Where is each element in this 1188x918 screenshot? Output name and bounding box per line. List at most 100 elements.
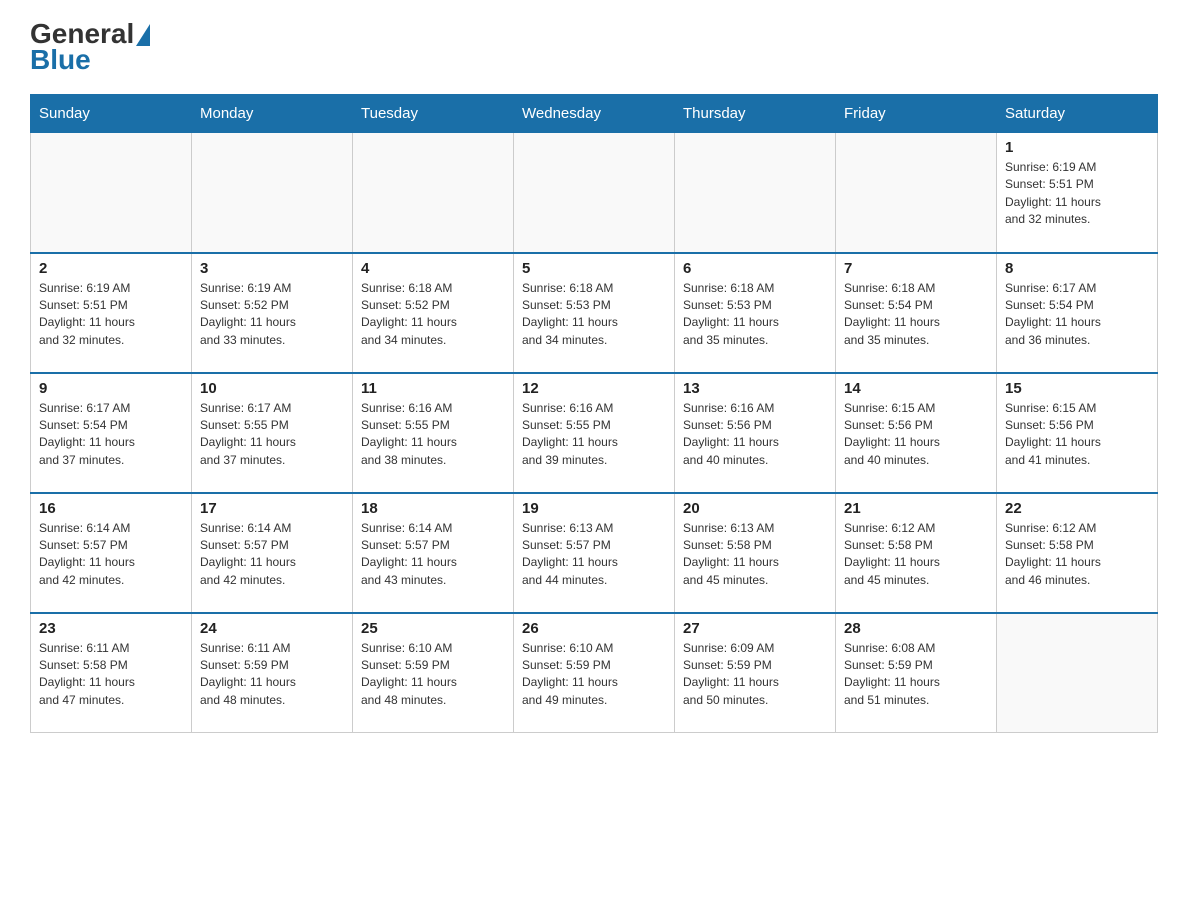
calendar-cell: 5 Sunrise: 6:18 AM Sunset: 5:53 PM Daylig… [514, 253, 675, 373]
column-header-monday: Monday [192, 95, 353, 133]
calendar-cell: 16 Sunrise: 6:14 AM Sunset: 5:57 PM Dayli… [31, 493, 192, 613]
day-info: Sunrise: 6:12 AM Sunset: 5:58 PM Dayligh… [1005, 520, 1149, 590]
day-number: 17 [200, 500, 344, 517]
calendar-cell: 24 Sunrise: 6:11 AM Sunset: 5:59 PM Dayli… [192, 613, 353, 733]
day-info: Sunrise: 6:14 AM Sunset: 5:57 PM Dayligh… [200, 520, 344, 590]
day-number: 1 [1005, 139, 1149, 156]
logo-triangle-icon [136, 24, 150, 46]
day-number: 5 [522, 260, 666, 277]
day-info: Sunrise: 6:18 AM Sunset: 5:52 PM Dayligh… [361, 280, 505, 350]
calendar-cell: 26 Sunrise: 6:10 AM Sunset: 5:59 PM Dayli… [514, 613, 675, 733]
calendar-table: SundayMondayTuesdayWednesdayThursdayFrid… [30, 94, 1158, 733]
day-number: 24 [200, 620, 344, 637]
day-number: 12 [522, 380, 666, 397]
logo: General Blue [30, 20, 150, 74]
calendar-cell: 14 Sunrise: 6:15 AM Sunset: 5:56 PM Dayli… [836, 373, 997, 493]
day-number: 2 [39, 260, 183, 277]
day-info: Sunrise: 6:16 AM Sunset: 5:55 PM Dayligh… [361, 400, 505, 470]
day-number: 21 [844, 500, 988, 517]
day-number: 25 [361, 620, 505, 637]
day-info: Sunrise: 6:18 AM Sunset: 5:54 PM Dayligh… [844, 280, 988, 350]
day-info: Sunrise: 6:13 AM Sunset: 5:58 PM Dayligh… [683, 520, 827, 590]
calendar-cell [31, 133, 192, 253]
calendar-cell: 23 Sunrise: 6:11 AM Sunset: 5:58 PM Dayli… [31, 613, 192, 733]
column-header-saturday: Saturday [997, 95, 1158, 133]
day-info: Sunrise: 6:08 AM Sunset: 5:59 PM Dayligh… [844, 640, 988, 710]
calendar-cell [675, 133, 836, 253]
calendar-cell [192, 133, 353, 253]
calendar-week-row: 2 Sunrise: 6:19 AM Sunset: 5:51 PM Daylig… [31, 253, 1158, 373]
calendar-cell: 21 Sunrise: 6:12 AM Sunset: 5:58 PM Dayli… [836, 493, 997, 613]
calendar-cell: 12 Sunrise: 6:16 AM Sunset: 5:55 PM Dayli… [514, 373, 675, 493]
day-info: Sunrise: 6:11 AM Sunset: 5:59 PM Dayligh… [200, 640, 344, 710]
calendar-cell: 3 Sunrise: 6:19 AM Sunset: 5:52 PM Daylig… [192, 253, 353, 373]
day-info: Sunrise: 6:14 AM Sunset: 5:57 PM Dayligh… [361, 520, 505, 590]
logo-blue-text: Blue [30, 46, 91, 74]
day-number: 4 [361, 260, 505, 277]
day-number: 3 [200, 260, 344, 277]
day-number: 28 [844, 620, 988, 637]
day-info: Sunrise: 6:18 AM Sunset: 5:53 PM Dayligh… [683, 280, 827, 350]
calendar-cell: 17 Sunrise: 6:14 AM Sunset: 5:57 PM Dayli… [192, 493, 353, 613]
day-info: Sunrise: 6:12 AM Sunset: 5:58 PM Dayligh… [844, 520, 988, 590]
column-header-friday: Friday [836, 95, 997, 133]
calendar-cell: 28 Sunrise: 6:08 AM Sunset: 5:59 PM Dayli… [836, 613, 997, 733]
day-number: 26 [522, 620, 666, 637]
calendar-cell: 18 Sunrise: 6:14 AM Sunset: 5:57 PM Dayli… [353, 493, 514, 613]
calendar-cell: 27 Sunrise: 6:09 AM Sunset: 5:59 PM Dayli… [675, 613, 836, 733]
calendar-cell: 13 Sunrise: 6:16 AM Sunset: 5:56 PM Dayli… [675, 373, 836, 493]
day-number: 11 [361, 380, 505, 397]
day-number: 14 [844, 380, 988, 397]
calendar-cell: 8Sunrise: 6:17 AM Sunset: 5:54 PM Daylig… [997, 253, 1158, 373]
day-info: Sunrise: 6:19 AM Sunset: 5:51 PM Dayligh… [1005, 159, 1149, 229]
calendar-cell: 2 Sunrise: 6:19 AM Sunset: 5:51 PM Daylig… [31, 253, 192, 373]
day-number: 22 [1005, 500, 1149, 517]
day-number: 9 [39, 380, 183, 397]
column-header-tuesday: Tuesday [353, 95, 514, 133]
calendar-cell: 6Sunrise: 6:18 AM Sunset: 5:53 PM Daylig… [675, 253, 836, 373]
day-number: 27 [683, 620, 827, 637]
calendar-cell [836, 133, 997, 253]
day-info: Sunrise: 6:14 AM Sunset: 5:57 PM Dayligh… [39, 520, 183, 590]
calendar-cell: 9Sunrise: 6:17 AM Sunset: 5:54 PM Daylig… [31, 373, 192, 493]
day-info: Sunrise: 6:11 AM Sunset: 5:58 PM Dayligh… [39, 640, 183, 710]
column-header-sunday: Sunday [31, 95, 192, 133]
day-info: Sunrise: 6:19 AM Sunset: 5:51 PM Dayligh… [39, 280, 183, 350]
day-number: 19 [522, 500, 666, 517]
day-number: 23 [39, 620, 183, 637]
day-number: 20 [683, 500, 827, 517]
day-info: Sunrise: 6:19 AM Sunset: 5:52 PM Dayligh… [200, 280, 344, 350]
calendar-cell: 15 Sunrise: 6:15 AM Sunset: 5:56 PM Dayli… [997, 373, 1158, 493]
calendar-cell: 25 Sunrise: 6:10 AM Sunset: 5:59 PM Dayli… [353, 613, 514, 733]
day-info: Sunrise: 6:10 AM Sunset: 5:59 PM Dayligh… [361, 640, 505, 710]
calendar-cell: 1 Sunrise: 6:19 AM Sunset: 5:51 PM Daylig… [997, 133, 1158, 253]
column-header-thursday: Thursday [675, 95, 836, 133]
calendar-cell [353, 133, 514, 253]
day-number: 18 [361, 500, 505, 517]
calendar-cell: 20 Sunrise: 6:13 AM Sunset: 5:58 PM Dayli… [675, 493, 836, 613]
calendar-header-row: SundayMondayTuesdayWednesdayThursdayFrid… [31, 95, 1158, 133]
calendar-cell: 4 Sunrise: 6:18 AM Sunset: 5:52 PM Daylig… [353, 253, 514, 373]
calendar-cell: 7Sunrise: 6:18 AM Sunset: 5:54 PM Daylig… [836, 253, 997, 373]
calendar-week-row: 1 Sunrise: 6:19 AM Sunset: 5:51 PM Daylig… [31, 133, 1158, 253]
day-info: Sunrise: 6:17 AM Sunset: 5:55 PM Dayligh… [200, 400, 344, 470]
calendar-cell: 11 Sunrise: 6:16 AM Sunset: 5:55 PM Dayli… [353, 373, 514, 493]
day-info: Sunrise: 6:17 AM Sunset: 5:54 PM Dayligh… [1005, 280, 1149, 350]
calendar-cell: 10 Sunrise: 6:17 AM Sunset: 5:55 PM Dayli… [192, 373, 353, 493]
day-info: Sunrise: 6:15 AM Sunset: 5:56 PM Dayligh… [844, 400, 988, 470]
day-info: Sunrise: 6:18 AM Sunset: 5:53 PM Dayligh… [522, 280, 666, 350]
calendar-week-row: 16 Sunrise: 6:14 AM Sunset: 5:57 PM Dayli… [31, 493, 1158, 613]
day-info: Sunrise: 6:09 AM Sunset: 5:59 PM Dayligh… [683, 640, 827, 710]
day-info: Sunrise: 6:13 AM Sunset: 5:57 PM Dayligh… [522, 520, 666, 590]
day-info: Sunrise: 6:15 AM Sunset: 5:56 PM Dayligh… [1005, 400, 1149, 470]
column-header-wednesday: Wednesday [514, 95, 675, 133]
day-number: 15 [1005, 380, 1149, 397]
day-number: 16 [39, 500, 183, 517]
day-info: Sunrise: 6:16 AM Sunset: 5:55 PM Dayligh… [522, 400, 666, 470]
day-number: 13 [683, 380, 827, 397]
calendar-week-row: 23 Sunrise: 6:11 AM Sunset: 5:58 PM Dayli… [31, 613, 1158, 733]
day-info: Sunrise: 6:16 AM Sunset: 5:56 PM Dayligh… [683, 400, 827, 470]
calendar-week-row: 9Sunrise: 6:17 AM Sunset: 5:54 PM Daylig… [31, 373, 1158, 493]
day-number: 10 [200, 380, 344, 397]
day-info: Sunrise: 6:10 AM Sunset: 5:59 PM Dayligh… [522, 640, 666, 710]
